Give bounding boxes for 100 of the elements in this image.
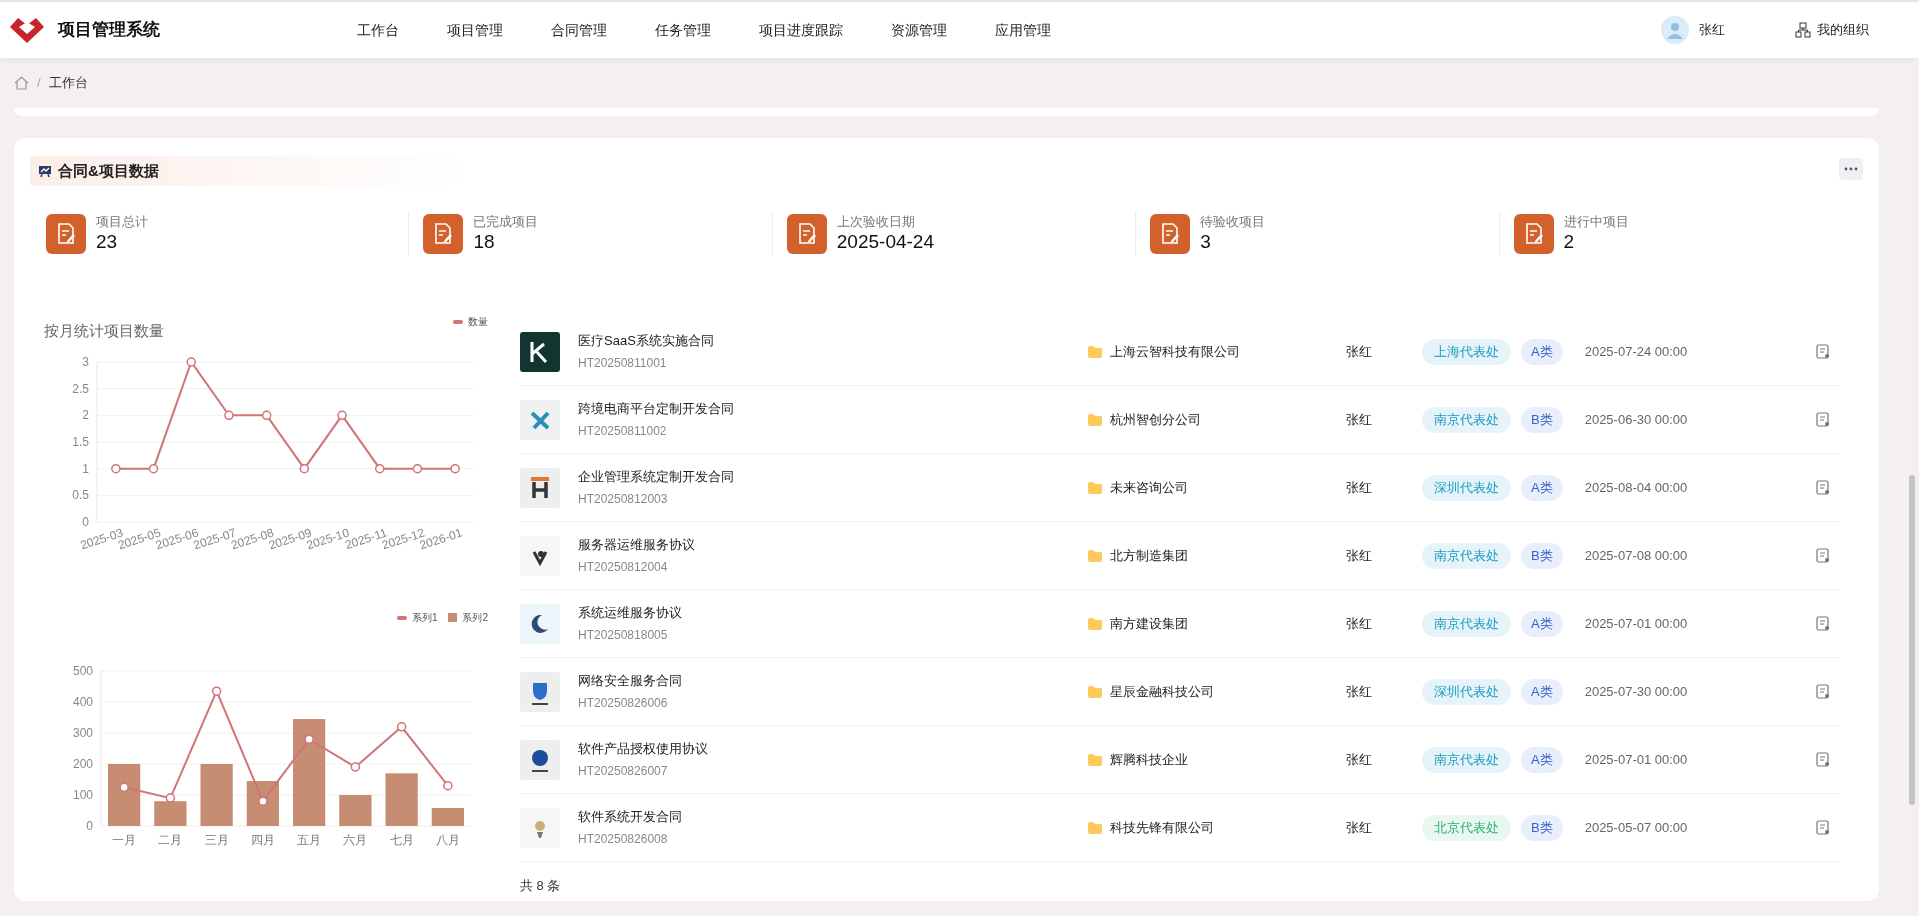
home-icon[interactable] <box>14 76 29 90</box>
company-name: 南方建设集团 <box>1110 614 1188 633</box>
axis-label: 2.5 <box>72 381 89 396</box>
company-name: 北方制造集团 <box>1110 546 1188 565</box>
document-edit-icon <box>433 223 454 245</box>
contract-name[interactable]: 医疗SaaS系统实施合同 <box>578 330 1088 351</box>
category-tag: B类 <box>1521 814 1563 841</box>
logo-icon <box>8 15 46 45</box>
bar <box>431 808 464 826</box>
data-point <box>111 463 121 474</box>
contract-code: HT20250826007 <box>578 763 669 781</box>
folder-icon <box>1088 345 1102 358</box>
nav-link[interactable]: 工作台 <box>347 19 409 41</box>
owner-name: 张红 <box>1346 750 1373 769</box>
owner-name: 张红 <box>1346 682 1373 701</box>
stat-label: 已完成项目 <box>473 214 539 230</box>
panel-title: 合同&项目数据 <box>58 160 159 181</box>
contract-date: 2025-07-08 00:00 <box>1584 546 1688 565</box>
document-edit-icon <box>56 223 76 245</box>
region-tag: 深圳代表处 <box>1422 474 1511 501</box>
contract-name[interactable]: 服务器运维服务协议 <box>578 534 1088 555</box>
nav-link[interactable]: 资源管理 <box>881 19 957 41</box>
axis-label: 300 <box>72 726 93 740</box>
contract-name[interactable]: 软件产品授权使用协议 <box>578 738 1088 759</box>
data-point <box>119 782 129 792</box>
axis-label: 500 <box>72 664 93 678</box>
data-point <box>299 463 310 474</box>
data-point <box>304 734 314 744</box>
category-tag: A类 <box>1521 678 1563 705</box>
contract-code: HT20250826006 <box>578 695 669 713</box>
category-tag: A类 <box>1521 338 1563 365</box>
bar <box>108 764 141 826</box>
owner-name: 张红 <box>1346 342 1373 361</box>
axis-label: 400 <box>72 695 93 709</box>
detail-icon[interactable] <box>1816 548 1830 563</box>
bar <box>154 801 187 826</box>
scrollbar[interactable] <box>1909 475 1915 805</box>
detail-icon[interactable] <box>1816 684 1830 699</box>
contract-name[interactable]: 系统运维服务协议 <box>578 602 1088 623</box>
detail-icon[interactable] <box>1816 752 1830 767</box>
user-name[interactable]: 张红 <box>1699 20 1725 40</box>
bar <box>339 795 372 826</box>
category-tag: A类 <box>1521 610 1563 637</box>
company-logo <box>520 467 560 508</box>
axis-label: 五月 <box>297 833 322 847</box>
detail-icon[interactable] <box>1816 616 1830 631</box>
bar <box>385 773 418 826</box>
detail-icon[interactable] <box>1816 480 1830 495</box>
owner-name: 张红 <box>1346 410 1373 429</box>
axis-label: 0 <box>86 819 93 833</box>
folder-icon <box>1088 617 1102 630</box>
breadcrumb-separator: / <box>37 74 41 93</box>
data-point <box>450 463 460 474</box>
stat-label: 进行中项目 <box>1563 214 1629 230</box>
detail-icon[interactable] <box>1816 820 1830 835</box>
stat-value: 2 <box>1563 230 1576 254</box>
company-name: 科技先锋有限公司 <box>1110 818 1214 837</box>
contract-name[interactable]: 跨境电商平台定制开发合同 <box>578 398 1088 419</box>
data-point <box>261 410 272 421</box>
folder-icon <box>1088 753 1102 766</box>
app-title: 项目管理系统 <box>58 19 160 42</box>
region-tag: 南京代表处 <box>1422 542 1511 569</box>
owner-name: 张红 <box>1346 614 1373 633</box>
stat-label: 待验收项目 <box>1200 214 1266 230</box>
chart-icon <box>38 164 52 178</box>
axis-label: 六月 <box>343 833 368 847</box>
org-icon <box>1795 22 1811 38</box>
stat-value: 2025-04-24 <box>836 230 934 254</box>
detail-icon[interactable] <box>1816 412 1830 427</box>
company-logo <box>520 535 560 576</box>
user-icon <box>1666 21 1684 39</box>
company-logo <box>520 671 560 712</box>
org-link[interactable]: 我的组织 <box>1795 20 1869 40</box>
document-edit-icon <box>1160 223 1181 245</box>
company-logo <box>520 807 560 848</box>
legend-label: 系列2 <box>462 611 488 625</box>
document-edit-icon <box>1523 223 1544 245</box>
stat-value: 3 <box>1200 230 1212 254</box>
company-name: 杭州智创分公司 <box>1110 410 1201 429</box>
nav-link[interactable]: 合同管理 <box>541 19 617 41</box>
contract-name[interactable]: 网络安全服务合同 <box>578 670 1088 691</box>
nav-link[interactable]: 应用管理 <box>985 19 1061 41</box>
nav-link[interactable]: 项目进度跟踪 <box>749 19 853 41</box>
contract-name[interactable]: 软件系统开发合同 <box>578 806 1088 827</box>
data-point <box>224 410 234 421</box>
nav-link[interactable]: 项目管理 <box>437 19 513 41</box>
data-point <box>375 463 385 474</box>
legend-label: 系列1 <box>411 611 438 625</box>
document-edit-icon <box>796 223 817 245</box>
contract-name[interactable]: 企业管理系统定制开发合同 <box>578 466 1088 487</box>
category-tag: A类 <box>1521 474 1563 501</box>
detail-icon[interactable] <box>1816 344 1830 359</box>
breadcrumb-item[interactable]: 工作台 <box>48 73 88 93</box>
contract-date: 2025-05-07 00:00 <box>1584 818 1688 837</box>
nav-link[interactable]: 任务管理 <box>645 19 721 41</box>
data-point <box>258 796 268 806</box>
axis-label: 200 <box>72 757 93 771</box>
region-tag: 上海代表处 <box>1422 338 1511 365</box>
owner-name: 张红 <box>1346 546 1373 565</box>
more-button[interactable] <box>1839 158 1863 180</box>
